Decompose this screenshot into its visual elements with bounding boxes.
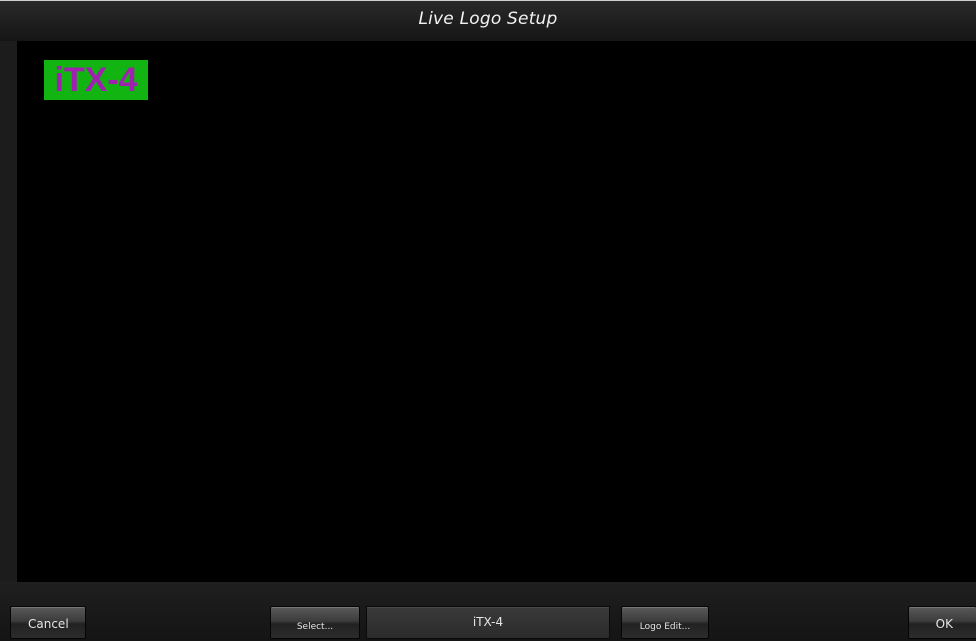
cancel-button[interactable]: Cancel bbox=[10, 606, 86, 639]
select-button-label: Select... bbox=[296, 622, 334, 632]
logo-preview-area: iTX-4 bbox=[17, 41, 976, 582]
ok-button-label: OK bbox=[935, 617, 953, 631]
logo-edit-button-label: Logo Edit... bbox=[639, 622, 691, 632]
current-logo-field[interactable]: iTX-4 bbox=[366, 606, 610, 639]
window-title: Live Logo Setup bbox=[418, 9, 558, 29]
select-logo-button[interactable]: Select... bbox=[270, 606, 360, 639]
action-bar: Cancel Select... iTX-4 Logo Edit... OK bbox=[0, 582, 976, 641]
title-bar: Live Logo Setup bbox=[0, 1, 976, 41]
cancel-button-label: Cancel bbox=[28, 617, 69, 631]
ok-button[interactable]: OK bbox=[908, 606, 976, 639]
logo-edit-button[interactable]: Logo Edit... bbox=[621, 606, 709, 639]
logo-preview: iTX-4 bbox=[44, 60, 148, 100]
live-logo-setup-window: Live Logo Setup iTX-4 Cancel Select... i… bbox=[0, 0, 976, 641]
